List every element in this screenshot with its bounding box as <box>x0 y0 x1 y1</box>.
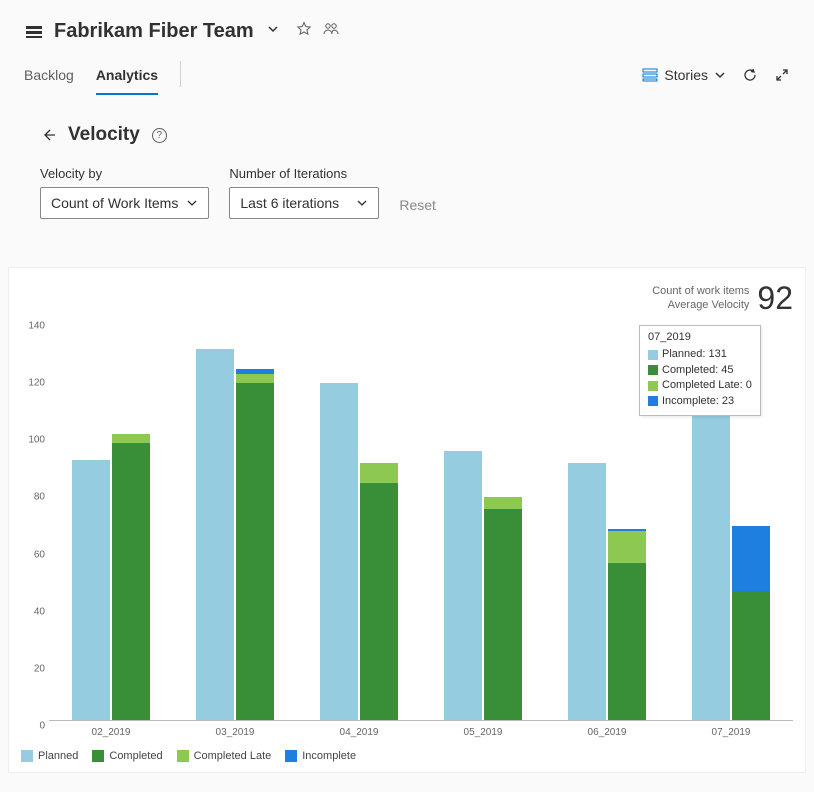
x-axis: 02_201903_201904_201905_201906_201907_20… <box>49 727 793 738</box>
bar-group[interactable] <box>173 321 297 720</box>
bar-group[interactable] <box>421 321 545 720</box>
velocity-chart: Count of work items Average Velocity 92 … <box>8 267 806 773</box>
tab-backlog[interactable]: Backlog <box>24 67 74 95</box>
chevron-down-icon[interactable] <box>266 22 280 41</box>
legend-item-completed-late: Completed Late <box>177 750 272 762</box>
refresh-icon[interactable] <box>742 67 758 83</box>
team-icon <box>24 22 44 42</box>
back-arrow-icon[interactable] <box>40 127 56 143</box>
summary-line2: Average Velocity <box>652 299 749 312</box>
bar-group[interactable] <box>49 321 173 720</box>
iterations-label: Number of Iterations <box>229 166 379 181</box>
chevron-down-icon <box>714 69 726 81</box>
legend-item-incomplete: Incomplete <box>285 750 356 762</box>
bar-planned[interactable] <box>72 460 110 720</box>
bar-group[interactable] <box>297 321 421 720</box>
bar-stack[interactable] <box>732 526 770 720</box>
chart-tooltip: 07_2019 Planned: 131 Completed: 45 Compl… <box>639 325 761 416</box>
x-axis-label: 05_2019 <box>421 727 545 738</box>
bar-stack[interactable] <box>484 497 522 720</box>
chart-plot-area: 07_2019 Planned: 131 Completed: 45 Compl… <box>49 321 793 721</box>
tooltip-title: 07_2019 <box>648 330 752 345</box>
x-axis-label: 02_2019 <box>49 727 173 738</box>
bar-planned[interactable] <box>196 349 234 720</box>
bar-stack[interactable] <box>236 369 274 720</box>
bar-stack[interactable] <box>360 463 398 720</box>
summary-line1: Count of work items <box>652 285 749 298</box>
help-icon[interactable]: ? <box>152 128 167 143</box>
x-axis-label: 04_2019 <box>297 727 421 738</box>
x-axis-label: 07_2019 <box>669 727 793 738</box>
x-axis-label: 03_2019 <box>173 727 297 738</box>
bar-planned[interactable] <box>444 451 482 720</box>
average-velocity-value: 92 <box>757 280 793 317</box>
velocity-by-value: Count of Work Items <box>51 195 178 211</box>
tooltip-row: Planned: 131 <box>662 347 727 362</box>
reset-button[interactable]: Reset <box>399 197 436 219</box>
velocity-by-select[interactable]: Count of Work Items <box>40 187 209 219</box>
tab-analytics[interactable]: Analytics <box>96 67 158 95</box>
tooltip-row: Incomplete: 23 <box>662 394 734 409</box>
legend-item-planned: Planned <box>21 750 78 762</box>
stories-dropdown[interactable]: Stories <box>642 67 726 83</box>
stories-icon <box>642 67 658 83</box>
tab-divider <box>180 61 181 87</box>
fullscreen-icon[interactable] <box>774 67 790 83</box>
bar-planned[interactable] <box>568 463 606 720</box>
star-icon[interactable] <box>296 21 312 42</box>
iterations-select[interactable]: Last 6 iterations <box>229 187 379 219</box>
stories-label: Stories <box>664 67 708 83</box>
page-title: Velocity <box>68 124 140 146</box>
tooltip-row: Completed Late: 0 <box>662 378 752 393</box>
velocity-by-label: Velocity by <box>40 166 209 181</box>
chart-legend: Planned Completed Completed Late Incompl… <box>21 750 793 762</box>
bar-stack[interactable] <box>112 434 150 720</box>
chevron-down-icon <box>186 197 198 209</box>
legend-item-completed: Completed <box>92 750 162 762</box>
x-axis-label: 06_2019 <box>545 727 669 738</box>
bar-planned[interactable] <box>320 383 358 720</box>
y-axis: 020406080100120140 <box>21 321 49 721</box>
people-icon[interactable] <box>322 21 340 42</box>
chevron-down-icon <box>356 197 368 209</box>
tooltip-row: Completed: 45 <box>662 363 734 378</box>
bar-stack[interactable] <box>608 529 646 720</box>
team-name[interactable]: Fabrikam Fiber Team <box>54 20 254 43</box>
iterations-value: Last 6 iterations <box>240 195 339 211</box>
